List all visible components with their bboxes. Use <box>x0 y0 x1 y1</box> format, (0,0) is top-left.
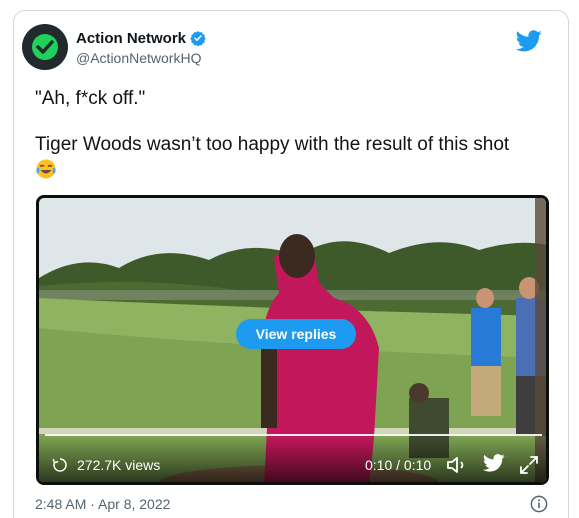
twitter-bird-icon[interactable] <box>515 30 542 57</box>
video-controls: 272.7K views 0:10 / 0:10 <box>39 436 546 482</box>
video-player[interactable]: View replies 272.7K views 0:10 / 0:10 <box>36 195 549 485</box>
view-count: 272.7K views <box>77 457 161 473</box>
verified-badge-icon <box>190 30 206 51</box>
avatar[interactable] <box>22 24 68 70</box>
tweet-quote: "Ah, f*ck off." <box>35 88 146 109</box>
avatar-check-badge <box>32 34 58 60</box>
volume-muted-icon[interactable] <box>445 454 469 481</box>
fullscreen-icon[interactable] <box>518 454 540 481</box>
tweet-caption: Tiger Woods wasn’t too happy with the re… <box>35 134 510 155</box>
tears-of-joy-emoji-icon <box>35 158 57 180</box>
info-icon[interactable] <box>530 495 548 518</box>
replay-icon <box>51 456 69 479</box>
video-time: 0:10 / 0:10 <box>365 457 432 473</box>
account-handle[interactable]: @ActionNetworkHQ <box>76 50 201 66</box>
view-replies-button[interactable]: View replies <box>236 319 356 349</box>
account-name[interactable]: Action Network <box>76 30 186 47</box>
twitter-bird-icon[interactable] <box>482 454 505 477</box>
check-icon <box>36 40 54 54</box>
tweet-header: Action Network @ActionNetworkHQ <box>22 18 542 70</box>
tweet-timestamp[interactable]: 2:48 AM · Apr 8, 2022 <box>35 496 170 512</box>
